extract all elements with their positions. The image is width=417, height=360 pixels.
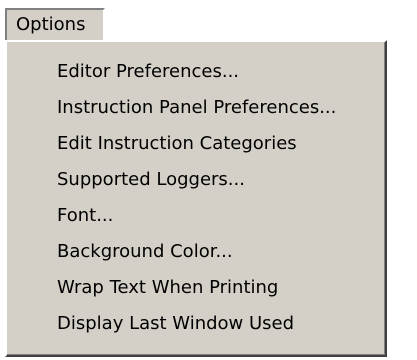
- menu-item-wrap-text-when-printing[interactable]: Wrap Text When Printing: [7, 270, 385, 306]
- menu-item-background-color[interactable]: Background Color...: [7, 234, 385, 270]
- menu-item-edit-instruction-categories[interactable]: Edit Instruction Categories: [7, 126, 385, 162]
- menu-item-display-last-window-used[interactable]: Display Last Window Used: [7, 306, 385, 342]
- screen: Options Editor Preferences... Instructio…: [0, 0, 417, 360]
- options-menu-title[interactable]: Options: [5, 8, 105, 40]
- menu-item-editor-preferences[interactable]: Editor Preferences...: [7, 54, 385, 90]
- menu-item-supported-loggers[interactable]: Supported Loggers...: [7, 162, 385, 198]
- menubar: Options: [0, 0, 417, 44]
- options-dropdown-menu: Editor Preferences... Instruction Panel …: [5, 40, 387, 357]
- menu-item-font[interactable]: Font...: [7, 198, 385, 234]
- menu-item-instruction-panel-preferences[interactable]: Instruction Panel Preferences...: [7, 90, 385, 126]
